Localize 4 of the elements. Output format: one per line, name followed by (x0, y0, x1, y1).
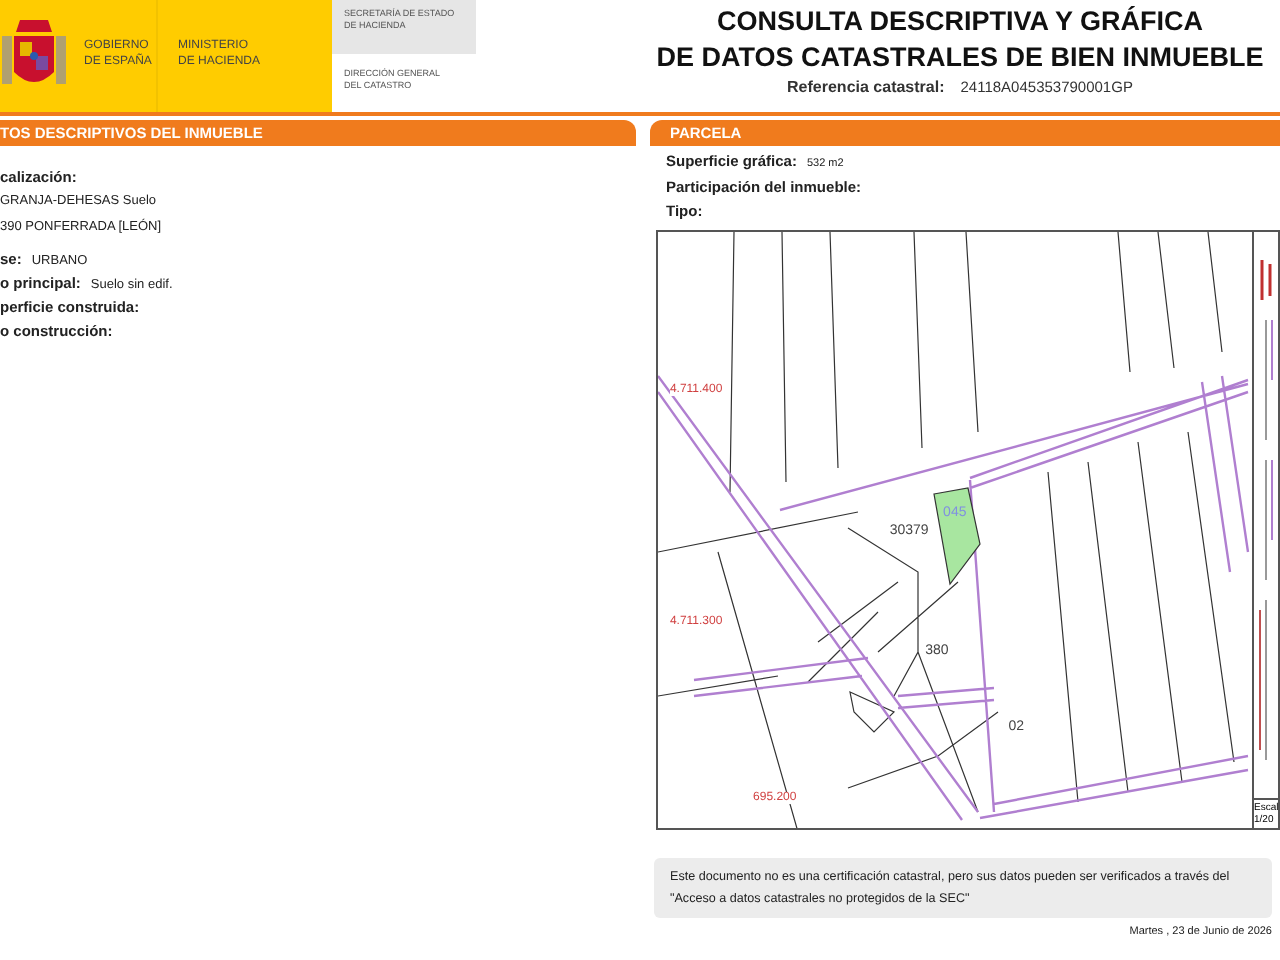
reference-label: Referencia catastral: (787, 78, 945, 96)
document-title: DE DATOS CATASTRALES DE BIEN INMUEBLE (656, 40, 1264, 76)
document-title: CONSULTA DESCRIPTIVA Y GRÁFICA (716, 4, 1203, 40)
selected-parcel-shape (933, 487, 981, 586)
